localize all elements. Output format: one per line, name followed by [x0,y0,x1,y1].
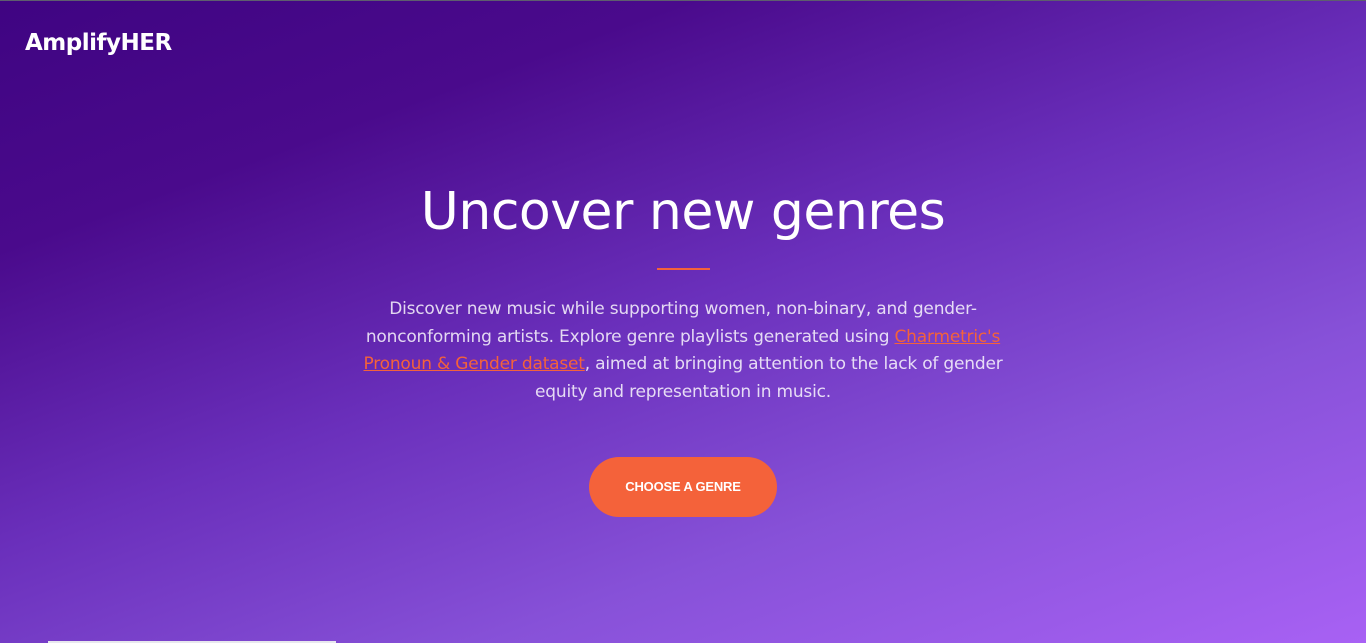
window-top-border [0,0,1366,1]
brand-logo-link[interactable]: AmplifyHER [25,30,172,56]
hero-section: Uncover new genres Discover new music wh… [0,178,1366,517]
hero-description: Discover new music while supporting wome… [343,296,1023,406]
hero-title: Uncover new genres [420,182,946,242]
choose-genre-button[interactable]: Choose a genre [589,457,777,517]
hero-divider [656,268,710,270]
hero-description-start: Discover new music while supporting wome… [365,299,977,347]
hero-description-end: , aimed at bringing attention to the lac… [535,354,1003,402]
